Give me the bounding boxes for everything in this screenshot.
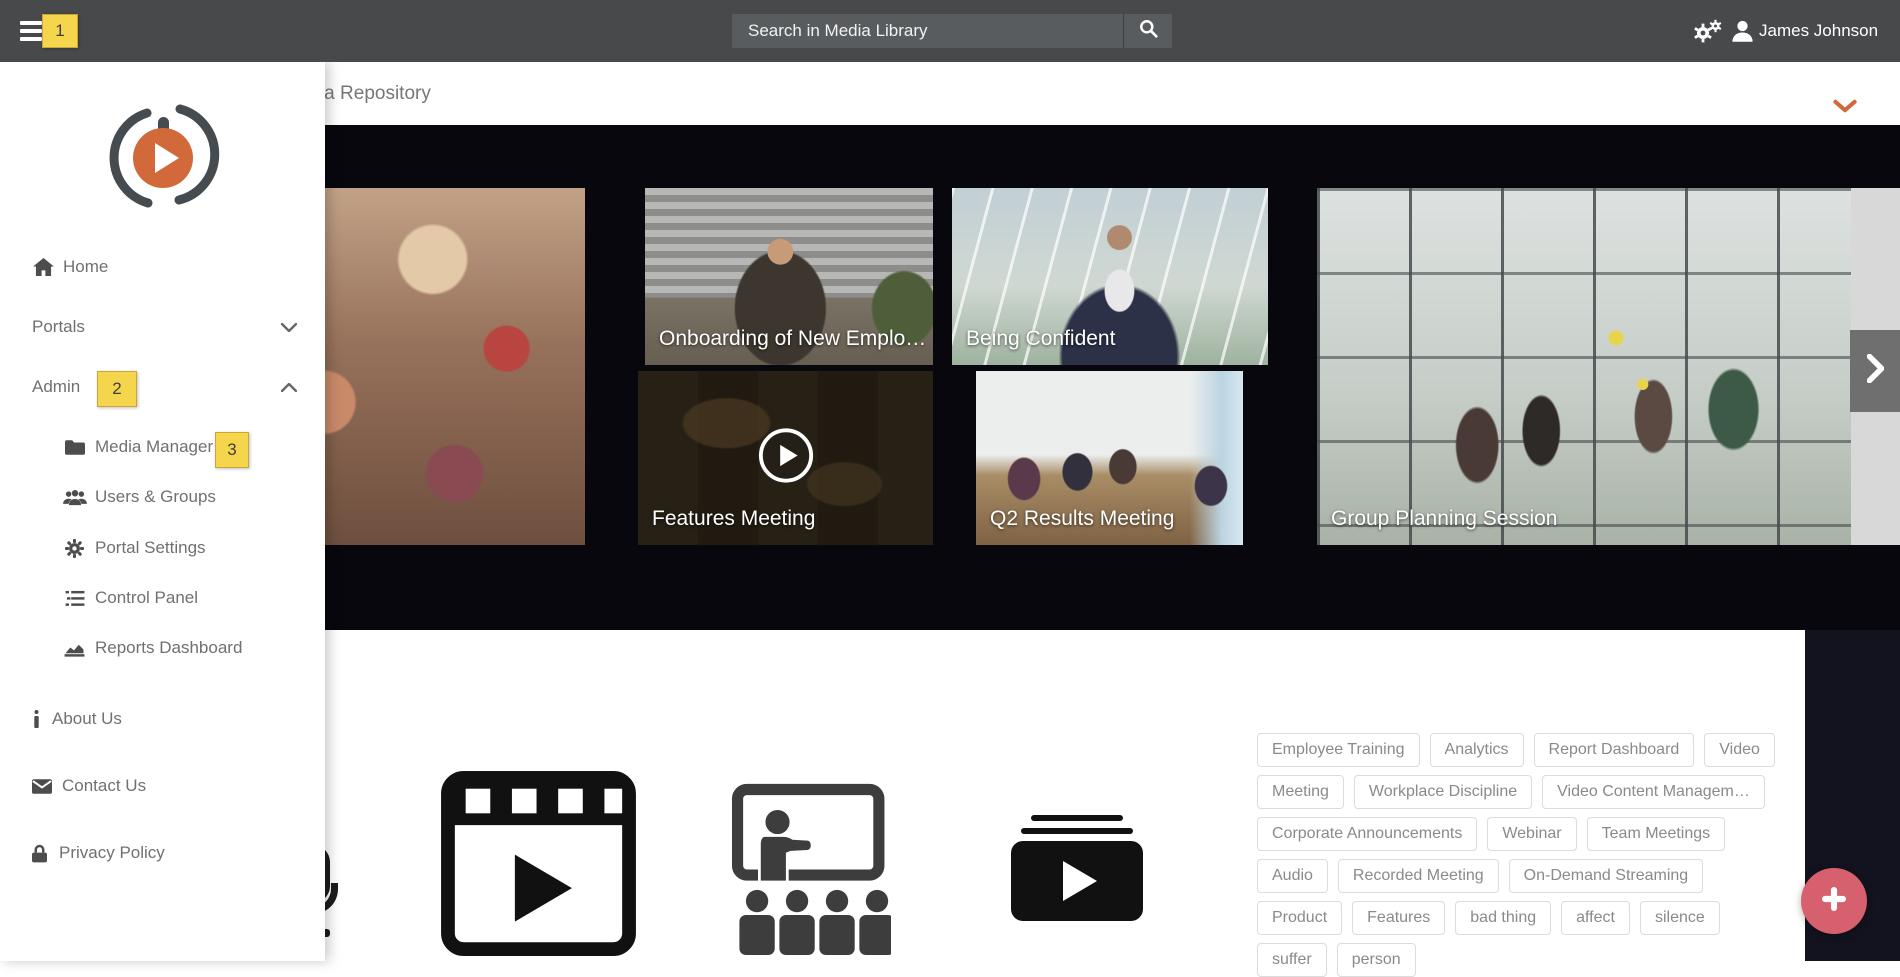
sidebar-item-label: Control Panel <box>95 588 198 608</box>
search-icon <box>1139 19 1158 43</box>
chevron-down-icon <box>281 317 297 337</box>
user-icon <box>1729 31 1756 48</box>
carousel-item[interactable]: Group Planning Session <box>1317 188 1851 545</box>
tag-pill[interactable]: Video Content Managem… <box>1542 775 1765 809</box>
sidebar-item-media-manager[interactable]: Media Manager <box>0 427 325 467</box>
tag-pill[interactable]: Video <box>1704 733 1775 767</box>
tag-pill[interactable]: Employee Training <box>1257 733 1420 767</box>
search-bar <box>732 14 1172 48</box>
sidebar-item-users-groups[interactable]: Users & Groups <box>0 477 325 517</box>
expand-chevron-icon[interactable] <box>1833 99 1857 118</box>
cogs-icon <box>1692 30 1722 47</box>
tag-pill[interactable]: Team Meetings <box>1587 817 1726 851</box>
step-badge-3: 3 <box>215 432 249 468</box>
tag-pill[interactable]: Recorded Meeting <box>1338 859 1499 893</box>
info-icon <box>32 710 40 728</box>
tag-pill[interactable]: Webinar <box>1487 817 1576 851</box>
tag-pill[interactable]: On-Demand Streaming <box>1509 859 1704 893</box>
sidebar-item-privacy-policy[interactable]: Privacy Policy <box>0 833 325 873</box>
user-menu-button[interactable] <box>1729 17 1756 49</box>
add-media-button[interactable] <box>1801 868 1867 934</box>
film-icon[interactable] <box>440 770 637 962</box>
tag-pill[interactable]: Features <box>1352 901 1445 935</box>
carousel-item-title: Q2 Results Meeting <box>990 507 1174 531</box>
carousel-item-title: Features Meeting <box>652 507 815 531</box>
user-name[interactable]: James Johnson <box>1759 0 1878 62</box>
carousel-item[interactable]: Features Meeting <box>638 371 933 545</box>
admin-settings-button[interactable] <box>1692 19 1722 48</box>
navigation-drawer: Home Portals Admin Media Manager Users &… <box>0 62 325 961</box>
tag-pill[interactable]: affect <box>1561 901 1630 935</box>
search-input[interactable] <box>732 14 1123 48</box>
carousel-next-button[interactable] <box>1850 330 1900 412</box>
tag-pill[interactable]: silence <box>1640 901 1720 935</box>
sidebar-item-reports-dashboard[interactable]: Reports Dashboard <box>0 628 325 668</box>
sidebar-item-admin[interactable]: Admin <box>0 367 325 407</box>
sidebar-item-label: Portal Settings <box>95 538 206 558</box>
sidebar-item-label: Contact Us <box>62 776 146 796</box>
tag-pill[interactable]: bad thing <box>1455 901 1551 935</box>
sidebar-item-label: About Us <box>52 709 122 729</box>
folder-icon <box>65 440 85 455</box>
presentation-icon[interactable] <box>731 783 891 960</box>
step-badge-1: 1 <box>42 14 78 48</box>
site-logo[interactable] <box>103 95 223 220</box>
sidebar-item-portal-settings[interactable]: Portal Settings <box>0 528 325 568</box>
sidebar-item-label: Home <box>63 257 108 277</box>
tag-pill[interactable]: Report Dashboard <box>1534 733 1695 767</box>
play-icon <box>757 427 815 490</box>
sidebar-item-label: Portals <box>32 317 85 337</box>
top-app-bar: 1 James Johnson <box>0 0 1900 62</box>
tag-cloud: Employee Training Analytics Report Dashb… <box>1257 733 1795 977</box>
carousel-item[interactable]: Being Confident <box>952 188 1268 365</box>
carousel-item[interactable]: Q2 Results Meeting <box>976 371 1243 545</box>
sidebar-item-home[interactable]: Home <box>0 247 325 287</box>
hamburger-menu-icon[interactable] <box>20 21 44 41</box>
next-arrow-icon <box>1867 354 1884 388</box>
sidebar-item-label: Admin <box>32 377 80 397</box>
tasks-icon <box>65 590 85 607</box>
home-icon <box>33 258 54 276</box>
tag-pill[interactable]: Product <box>1257 901 1342 935</box>
carousel-item[interactable]: Onboarding of New Emplo… <box>645 188 933 365</box>
carousel-item-title: Group Planning Session <box>1331 507 1557 531</box>
sidebar-item-contact-us[interactable]: Contact Us <box>0 766 325 806</box>
tag-pill[interactable]: Audio <box>1257 859 1328 893</box>
gear-icon <box>65 539 84 558</box>
plus-icon <box>1818 883 1850 920</box>
sidebar-item-label: Media Manager <box>95 437 213 457</box>
tag-pill[interactable]: suffer <box>1257 943 1327 977</box>
users-icon <box>63 489 87 506</box>
sidebar-item-label: Privacy Policy <box>59 843 165 863</box>
sidebar-item-control-panel[interactable]: Control Panel <box>0 578 325 618</box>
tag-pill[interactable]: Meeting <box>1257 775 1344 809</box>
sidebar-item-portals[interactable]: Portals <box>0 307 325 347</box>
search-button[interactable] <box>1123 14 1172 48</box>
chart-icon <box>64 640 85 657</box>
playlist-icon[interactable] <box>1011 815 1143 926</box>
step-badge-2: 2 <box>97 371 137 407</box>
tag-pill[interactable]: Corporate Announcements <box>1257 817 1477 851</box>
tag-pill[interactable]: Analytics <box>1430 733 1524 767</box>
sidebar-item-label: Reports Dashboard <box>95 638 242 658</box>
lock-icon <box>32 844 47 863</box>
carousel-item-title: Being Confident <box>966 327 1115 351</box>
tag-pill[interactable]: person <box>1337 943 1416 977</box>
envelope-icon <box>32 779 52 794</box>
chevron-up-icon <box>281 377 297 397</box>
sidebar-item-about-us[interactable]: About Us <box>0 699 325 739</box>
carousel-item-title: Onboarding of New Emplo… <box>659 327 926 351</box>
sidebar-item-label: Users & Groups <box>95 487 216 507</box>
tag-pill[interactable]: Workplace Discipline <box>1354 775 1532 809</box>
